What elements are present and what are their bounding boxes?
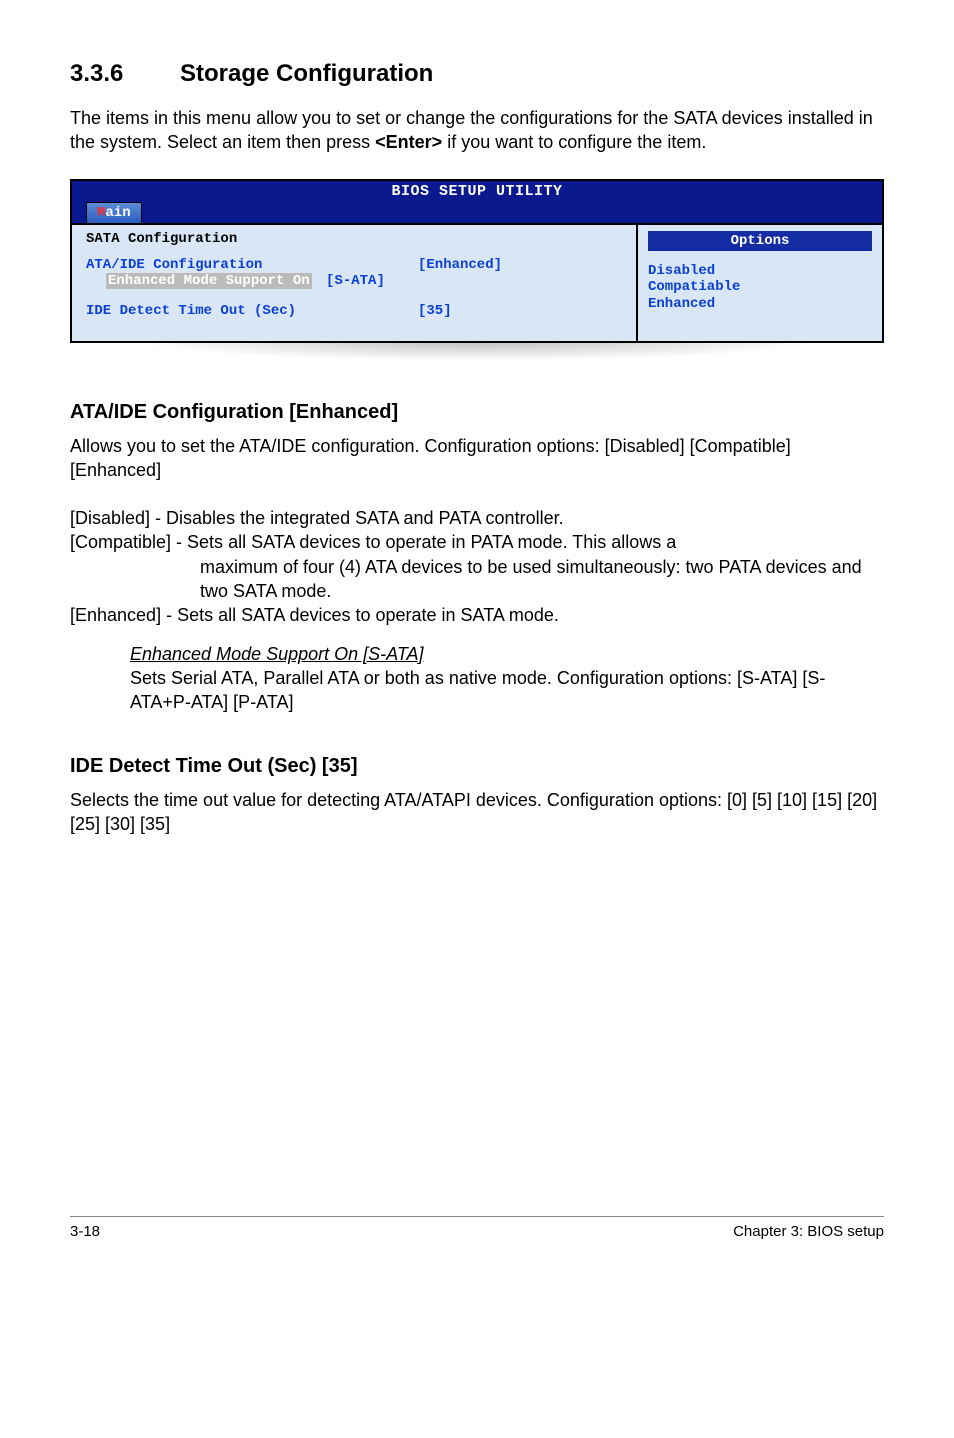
- bios-screenshot: BIOS SETUP UTILITY Main SATA Configurati…: [70, 179, 884, 343]
- bios-utility-title: BIOS SETUP UTILITY: [72, 183, 882, 201]
- opt-compatible-cont: maximum of four (4) ATA devices to be us…: [200, 555, 884, 604]
- section-number: 3.3.6: [70, 60, 180, 88]
- opt-disabled-desc: [Disabled] - Disables the integrated SAT…: [70, 506, 884, 530]
- option-enhanced[interactable]: Enhanced: [648, 296, 872, 313]
- page-number: 3-18: [70, 1223, 100, 1240]
- option-disabled[interactable]: Disabled: [648, 263, 872, 280]
- bios-right-panel: Options Disabled Compatiable Enhanced: [636, 225, 882, 341]
- ide-value: [35]: [418, 303, 452, 319]
- ide-label: IDE Detect Time Out (Sec): [86, 303, 418, 319]
- tab-label-rest: ain: [105, 205, 130, 221]
- decorative-shadow: [70, 341, 884, 369]
- section-title: Storage Configuration: [180, 60, 433, 87]
- enh-value: [S-ATA]: [326, 273, 385, 289]
- option-compatible[interactable]: Compatiable: [648, 279, 872, 296]
- enter-key: <Enter>: [375, 132, 442, 152]
- config-row-enhanced-mode[interactable]: Enhanced Mode Support On [S-ATA]: [86, 273, 626, 289]
- bios-header: BIOS SETUP UTILITY Main: [72, 181, 882, 223]
- chapter-label: Chapter 3: BIOS setup: [733, 1223, 884, 1240]
- ata-config-desc: Allows you to set the ATA/IDE configurat…: [70, 434, 884, 483]
- enhanced-mode-subheading: Enhanced Mode Support On [S-ATA]: [130, 644, 424, 664]
- enhanced-mode-body: Sets Serial ATA, Parallel ATA or both as…: [130, 666, 884, 715]
- bios-left-panel: SATA Configuration ATA/IDE Configuration…: [72, 225, 636, 341]
- config-row-ide-timeout[interactable]: IDE Detect Time Out (Sec) [35]: [86, 303, 626, 319]
- intro-paragraph: The items in this menu allow you to set …: [70, 106, 884, 155]
- ata-value: [Enhanced]: [418, 257, 502, 273]
- options-header: Options: [648, 231, 872, 251]
- intro-text-2: if you want to configure the item.: [442, 132, 706, 152]
- page-footer: 3-18 Chapter 3: BIOS setup: [70, 1216, 884, 1240]
- bios-body: SATA Configuration ATA/IDE Configuration…: [72, 223, 882, 341]
- panel-title: SATA Configuration: [86, 231, 626, 247]
- ide-timeout-body: Selects the time out value for detecting…: [70, 788, 884, 837]
- section-heading: 3.3.6Storage Configuration: [70, 60, 884, 88]
- ata-config-heading: ATA/IDE Configuration [Enhanced]: [70, 401, 884, 424]
- opt-enhanced-desc: [Enhanced] - Sets all SATA devices to op…: [70, 603, 884, 627]
- ide-timeout-heading: IDE Detect Time Out (Sec) [35]: [70, 755, 884, 778]
- ata-label: ATA/IDE Configuration: [86, 257, 418, 273]
- enh-label: Enhanced Mode Support On: [108, 273, 310, 289]
- config-row-ata[interactable]: ATA/IDE Configuration [Enhanced]: [86, 257, 626, 273]
- enhanced-mode-sub: Enhanced Mode Support On [S-ATA] Sets Se…: [70, 642, 884, 715]
- opt-compatible-lead: [Compatible] - Sets all SATA devices to …: [70, 530, 884, 554]
- config-options-list: [Disabled] - Disables the integrated SAT…: [70, 506, 884, 627]
- bios-tab-main[interactable]: Main: [86, 202, 142, 223]
